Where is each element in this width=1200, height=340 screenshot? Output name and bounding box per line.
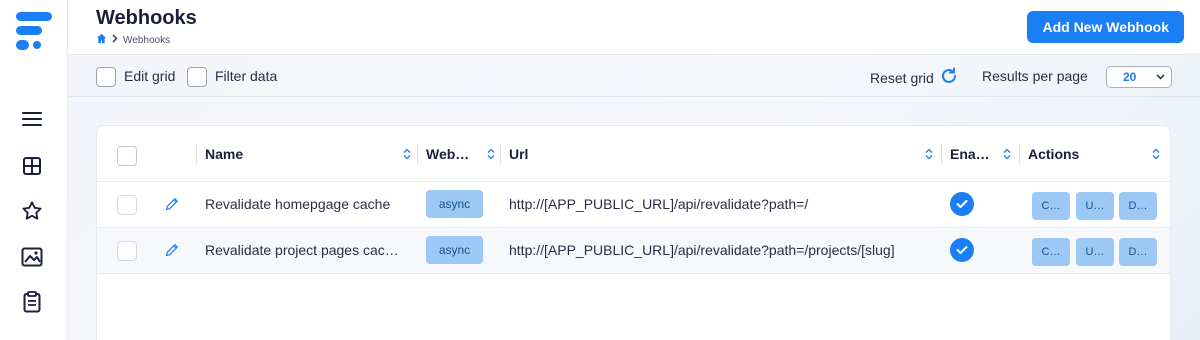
webhook-name: Revalidate homepgage cache: [205, 196, 391, 212]
table-row[interactable]: Revalidate project pages cac… async http…: [97, 228, 1170, 274]
sort-icon[interactable]: [1152, 148, 1160, 160]
image-icon[interactable]: [20, 245, 44, 269]
sort-icon[interactable]: [403, 148, 411, 160]
star-icon[interactable]: [20, 199, 44, 223]
grid-icon[interactable]: [20, 154, 44, 178]
main-content: Edit grid Filter data Reset grid Results…: [68, 55, 1200, 340]
enabled-check-icon: [950, 192, 974, 216]
page-header: Webhooks Webhooks Add New Webhook: [68, 0, 1200, 55]
action-button-u[interactable]: U…: [1076, 192, 1114, 220]
results-per-page-select[interactable]: 20: [1106, 66, 1172, 88]
row-checkbox[interactable]: [117, 241, 137, 261]
refresh-icon: [940, 67, 958, 88]
reset-grid-label: Reset grid: [870, 69, 934, 86]
column-divider: [1019, 144, 1020, 164]
add-new-webhook-button[interactable]: Add New Webhook: [1027, 11, 1184, 43]
breadcrumb-item-webhooks[interactable]: Webhooks: [123, 35, 170, 46]
webhooks-grid: Name Web… Url Ena… Actions Revalidate ho…: [96, 125, 1171, 340]
page-title: Webhooks: [96, 7, 197, 29]
sort-icon[interactable]: [487, 148, 495, 160]
grid-toolbar: Edit grid Filter data Reset grid Results…: [68, 55, 1200, 97]
chevron-down-icon: [1156, 74, 1165, 80]
action-button-d[interactable]: D…: [1119, 192, 1157, 220]
results-per-page-label: Results per page: [982, 68, 1088, 84]
column-divider: [196, 144, 197, 164]
column-header-name[interactable]: Name: [205, 146, 243, 162]
webhook-type-badge: async: [426, 236, 483, 264]
sort-icon[interactable]: [925, 148, 933, 160]
grid-header-row: Name Web… Url Ena… Actions: [97, 126, 1170, 182]
column-divider: [417, 144, 418, 164]
reset-grid-button[interactable]: Reset grid: [870, 67, 958, 88]
webhook-url: http://[APP_PUBLIC_URL]/api/revalidate?p…: [509, 196, 809, 212]
table-row[interactable]: Revalidate homepgage cache async http://…: [97, 182, 1170, 228]
breadcrumb: Webhooks: [96, 33, 170, 47]
app-logo[interactable]: [14, 10, 54, 52]
row-checkbox[interactable]: [117, 195, 137, 215]
sort-icon[interactable]: [1003, 148, 1011, 160]
column-header-url[interactable]: Url: [509, 146, 528, 162]
menu-icon[interactable]: [20, 107, 44, 131]
action-button-d[interactable]: D…: [1119, 238, 1157, 266]
select-all-checkbox[interactable]: [117, 146, 137, 166]
column-header-webhook[interactable]: Web…: [426, 146, 469, 162]
edit-grid-checkbox[interactable]: [96, 67, 116, 87]
sidebar: [0, 0, 68, 340]
clipboard-icon[interactable]: [20, 290, 44, 314]
action-button-u[interactable]: U…: [1076, 238, 1114, 266]
column-divider: [500, 144, 501, 164]
webhook-type-badge: async: [426, 190, 483, 218]
results-per-page-value: 20: [1123, 70, 1137, 84]
enabled-check-icon: [950, 238, 974, 262]
action-button-c[interactable]: C…: [1032, 192, 1070, 220]
home-icon[interactable]: [96, 33, 107, 47]
edit-grid-label[interactable]: Edit grid: [124, 68, 175, 84]
chevron-right-icon: [112, 34, 118, 46]
more-icon[interactable]: [20, 333, 44, 340]
column-divider: [941, 144, 942, 164]
action-button-c[interactable]: C…: [1032, 238, 1070, 266]
column-header-actions[interactable]: Actions: [1028, 146, 1079, 162]
webhook-url: http://[APP_PUBLIC_URL]/api/revalidate?p…: [509, 242, 895, 258]
webhook-name: Revalidate project pages cac…: [205, 242, 399, 258]
pencil-icon[interactable]: [164, 242, 180, 258]
filter-data-checkbox[interactable]: [187, 67, 207, 87]
pencil-icon[interactable]: [164, 196, 180, 212]
column-header-enabled[interactable]: Ena…: [950, 146, 990, 162]
filter-data-label[interactable]: Filter data: [215, 68, 277, 84]
